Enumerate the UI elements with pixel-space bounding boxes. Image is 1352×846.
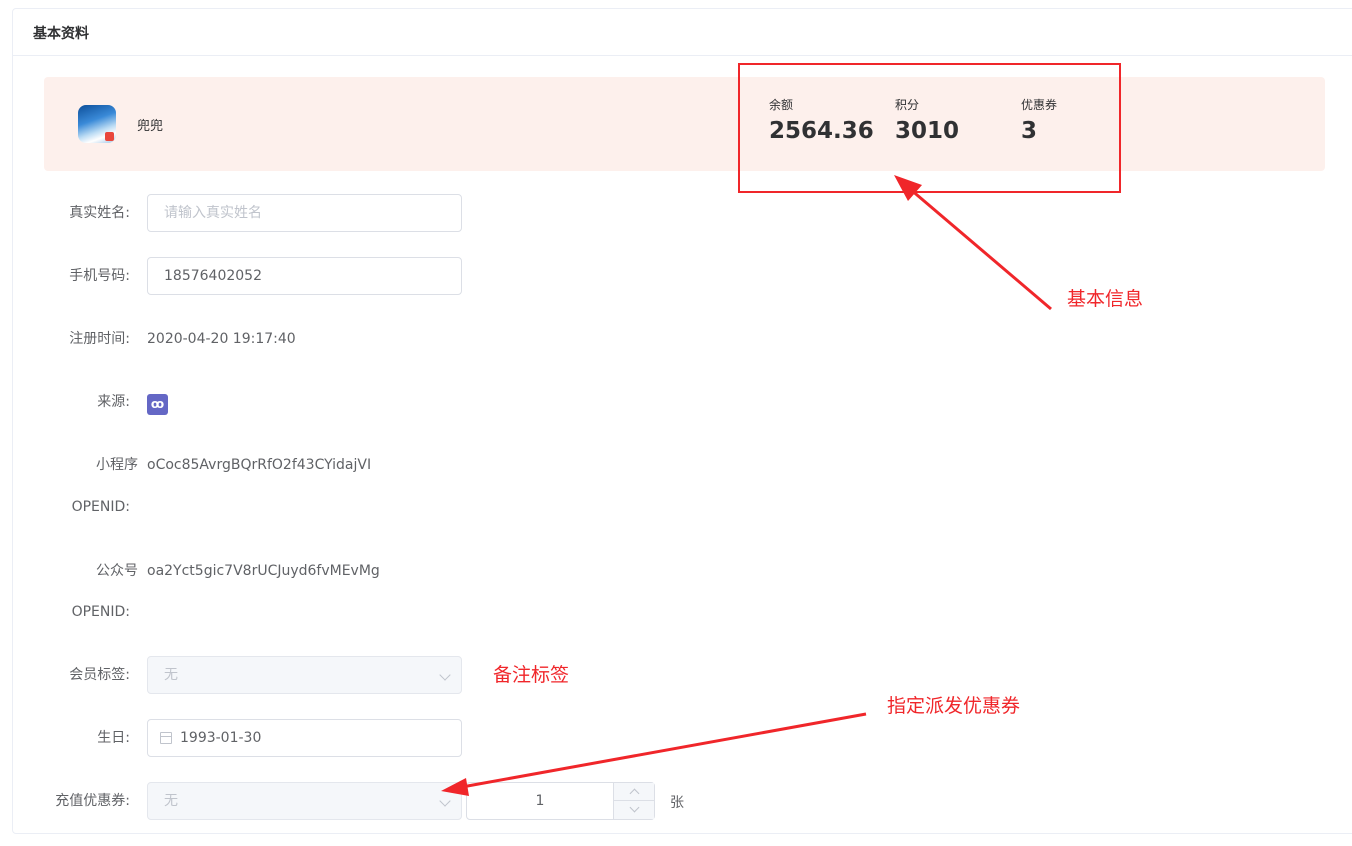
arrow-line-coupon [461,712,867,789]
arrow-head-coupon [441,778,469,796]
annotation-arrows [441,175,1052,796]
arrow-line-basic-info [909,187,1052,311]
